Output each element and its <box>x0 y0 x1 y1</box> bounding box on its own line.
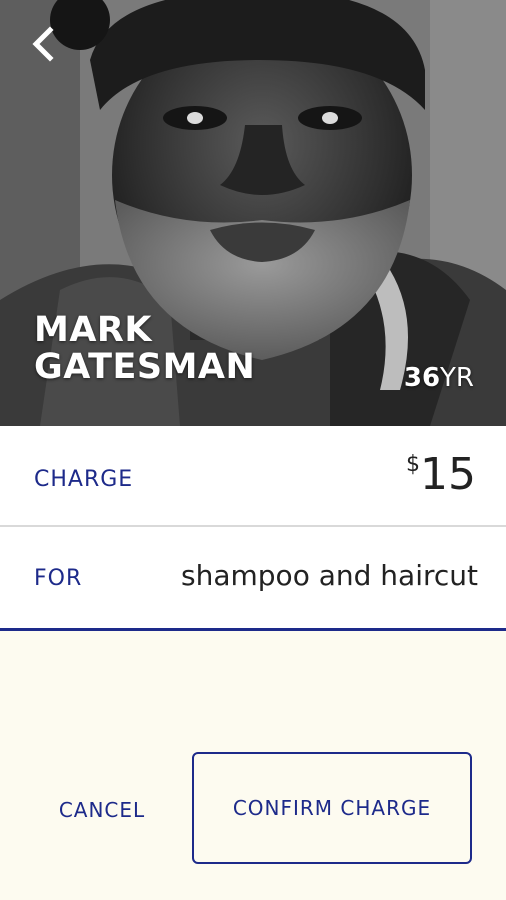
back-button[interactable] <box>22 24 62 64</box>
currency-symbol: $ <box>406 452 420 477</box>
service-description[interactable]: shampoo and haircut <box>181 559 478 592</box>
profile-photo: MARK GATESMAN 36YR <box>0 0 506 426</box>
last-name: GATESMAN <box>34 347 256 387</box>
confirm-charge-button[interactable]: CONFIRM CHARGE <box>192 752 472 864</box>
chevron-left-icon <box>32 26 54 62</box>
profile-name: MARK GATESMAN <box>34 312 255 386</box>
age-unit: YR <box>440 363 474 393</box>
charge-amount[interactable]: $15 <box>406 450 476 500</box>
cancel-button[interactable]: CANCEL <box>40 780 164 840</box>
service-row: FOR shampoo and haircut <box>0 527 506 631</box>
first-name: MARK <box>34 310 152 350</box>
charge-label: CHARGE <box>34 467 134 492</box>
charge-row: CHARGE $15 <box>0 426 506 527</box>
service-label: FOR <box>34 566 83 591</box>
amount-value: 15 <box>420 449 476 500</box>
profile-age: 36YR <box>404 363 474 393</box>
age-number: 36 <box>403 363 441 393</box>
